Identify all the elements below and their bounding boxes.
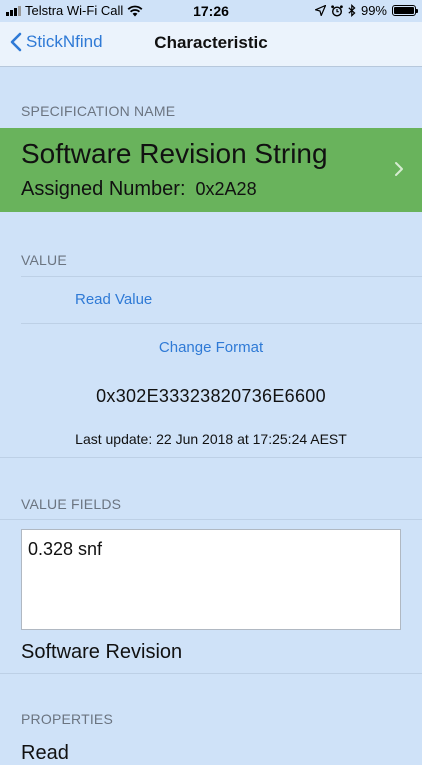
location-arrow-icon (314, 5, 326, 16)
divider (0, 519, 422, 520)
section-header-specification: SPECIFICATION NAME (21, 103, 176, 119)
section-header-properties: PROPERTIES (21, 711, 113, 727)
property-item-read: Read (21, 742, 69, 764)
hex-value: 0x302E33323820736E6600 (96, 386, 326, 406)
assigned-number-value: 0x2A28 (195, 179, 257, 199)
battery-icon (392, 5, 418, 16)
status-right: 99% (314, 3, 418, 18)
value-field-text: 0.328 snf (28, 539, 103, 559)
bluetooth-icon (348, 4, 356, 17)
battery-fill (394, 7, 414, 14)
divider (21, 323, 422, 324)
divider (0, 673, 422, 674)
alarm-icon (331, 4, 343, 17)
specification-row[interactable]: Software Revision String Assigned Number… (0, 128, 422, 212)
navigation-bar: StickNfind Characteristic (0, 22, 422, 67)
specification-name: Software Revision String (21, 138, 328, 169)
value-field-label: Software Revision (21, 641, 183, 663)
change-format-button[interactable]: Change Format (0, 339, 422, 356)
chevron-right-icon (395, 162, 403, 176)
assigned-number-label: Assigned Number: (21, 178, 186, 200)
divider (0, 457, 422, 458)
value-field-text-area[interactable]: 0.328 snf (21, 529, 401, 630)
section-header-value-fields: VALUE FIELDS (21, 496, 122, 512)
divider (21, 276, 422, 277)
assigned-number: Assigned Number: 0x2A28 (21, 178, 257, 201)
section-header-value: VALUE (21, 252, 67, 268)
status-bar: Telstra Wi-Fi Call 17:26 99% (0, 0, 422, 22)
last-update-text: Last update: 22 Jun 2018 at 17:25:24 AES… (75, 431, 347, 447)
page-title: Characteristic (154, 33, 268, 52)
battery-percent: 99% (360, 3, 387, 18)
read-value-button[interactable]: Read Value (75, 291, 152, 308)
